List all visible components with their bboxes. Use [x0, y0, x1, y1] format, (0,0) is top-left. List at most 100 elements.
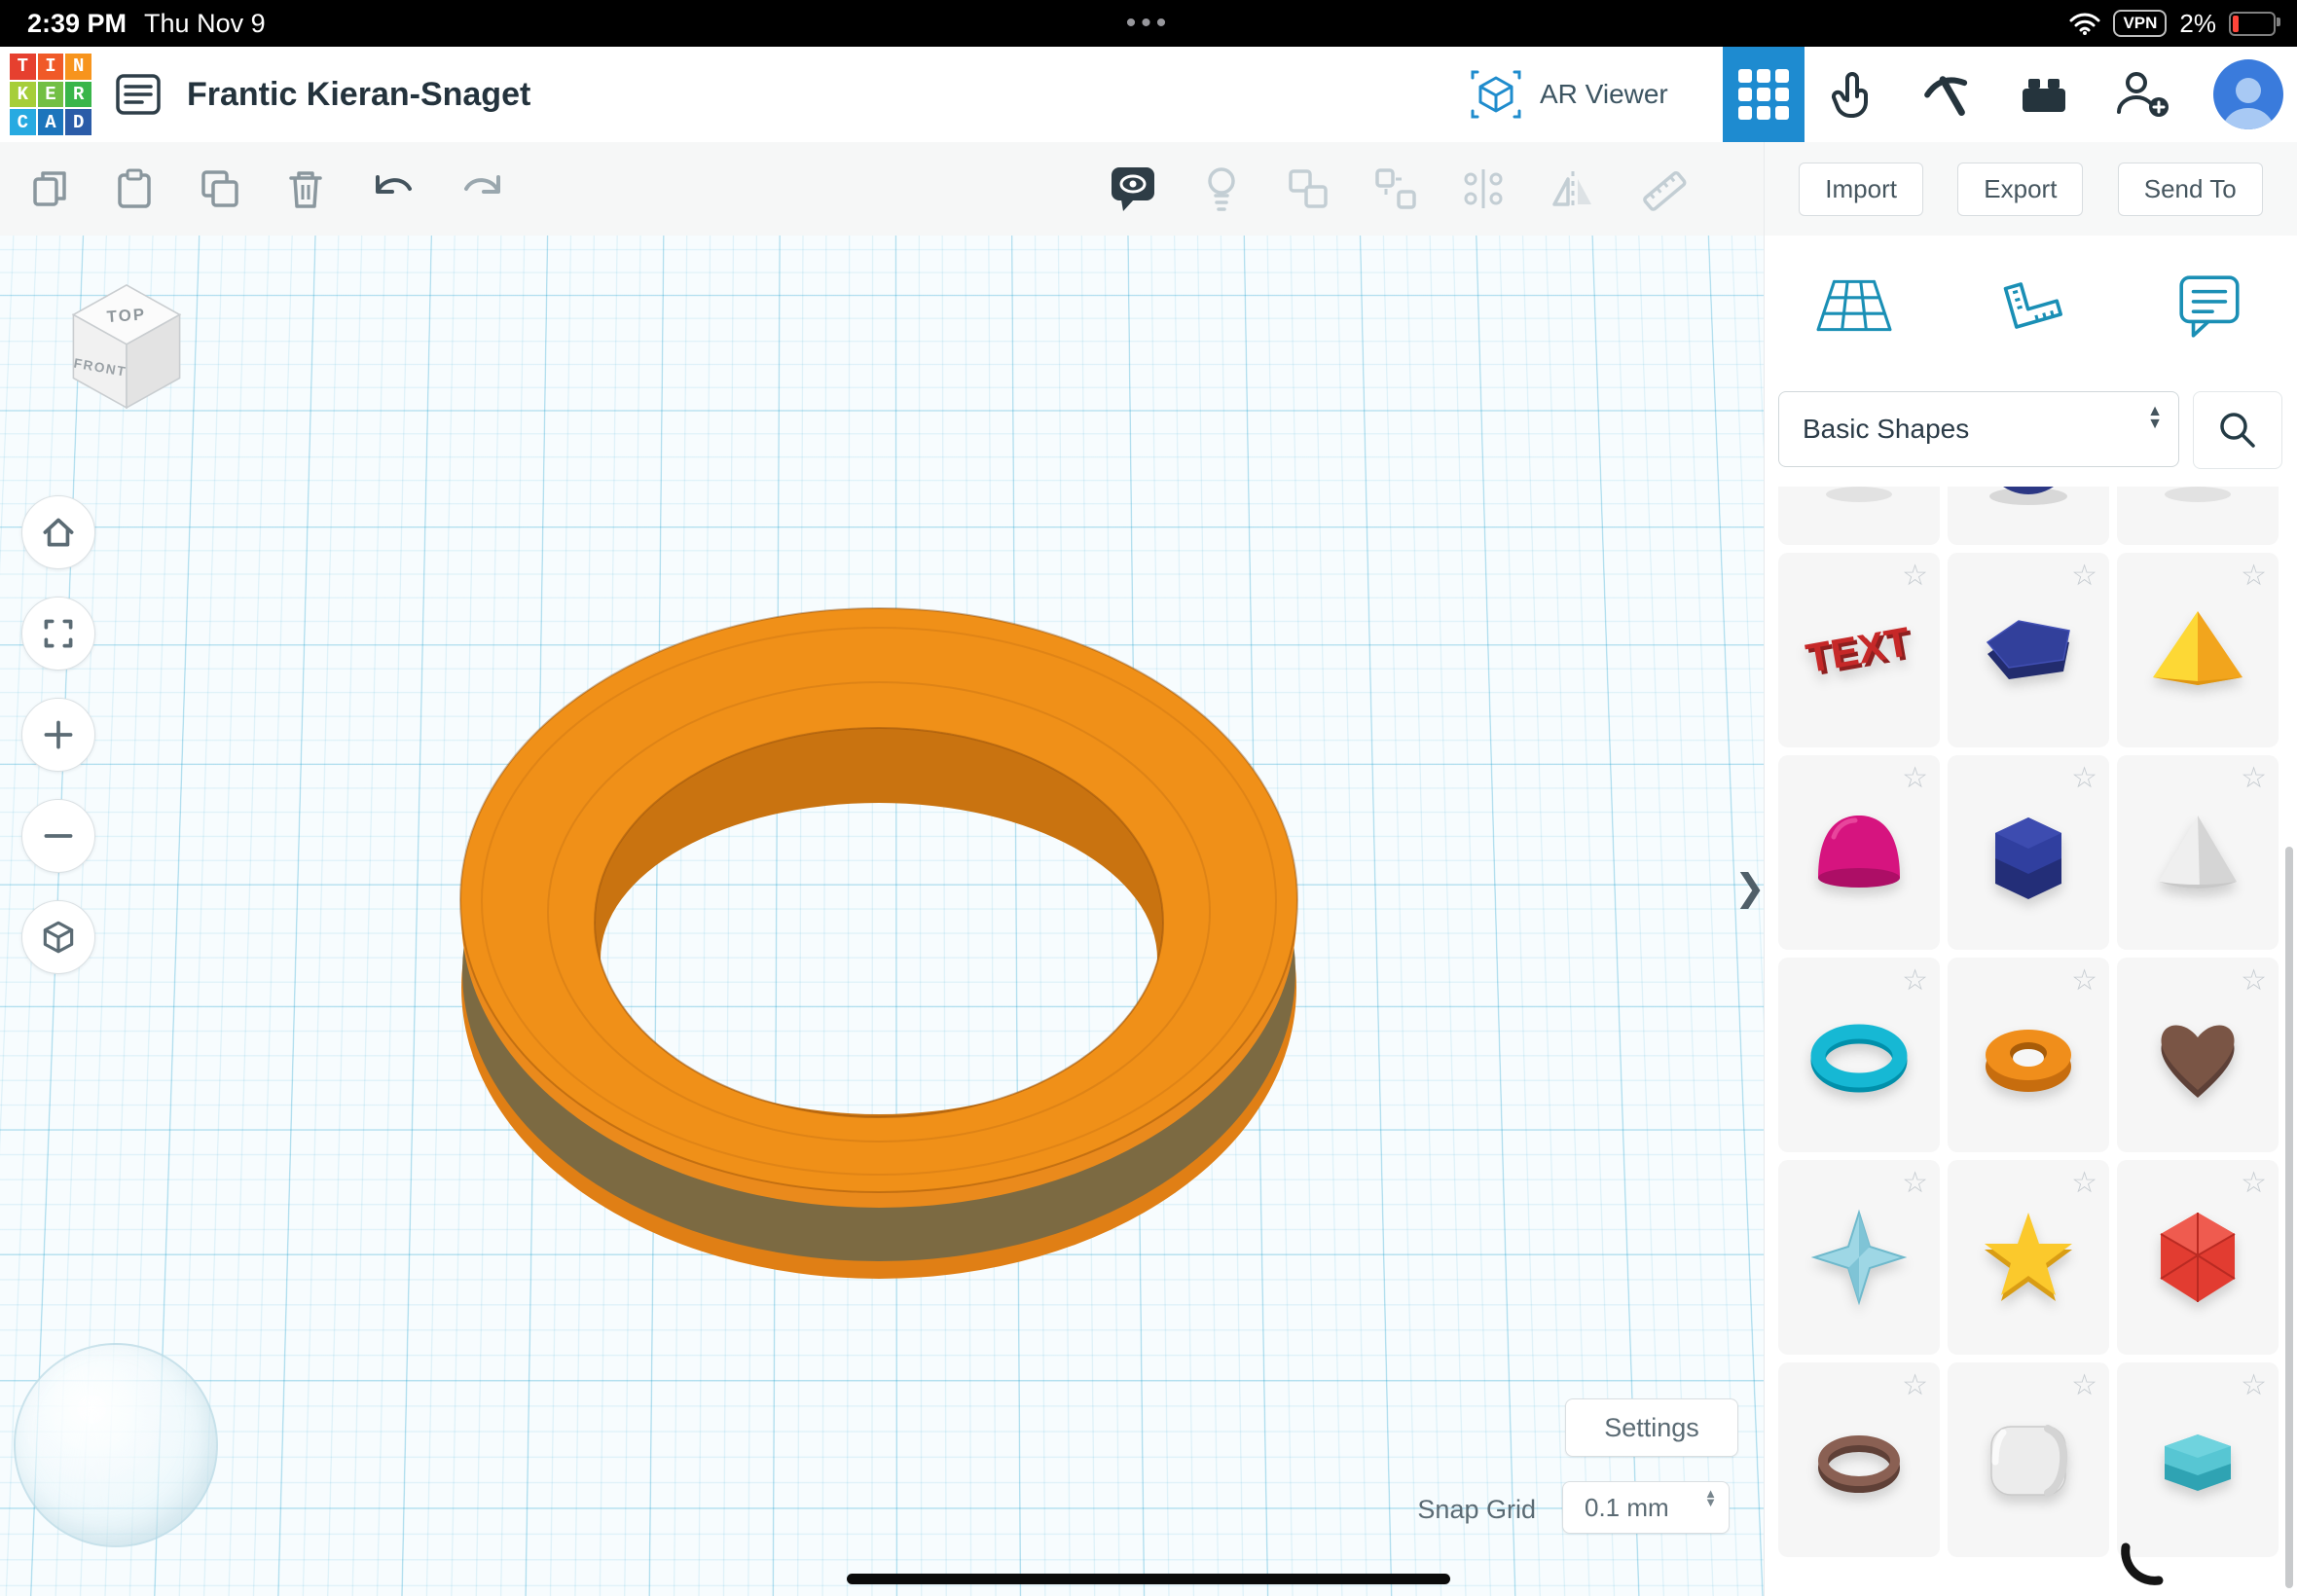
design-title[interactable]: Frantic Kieran-Snaget: [187, 47, 530, 142]
invite-person-icon[interactable]: [2113, 67, 2171, 122]
ring-top-surface: [460, 608, 1297, 1192]
shape-tile-dice[interactable]: ☆: [1948, 1362, 2109, 1557]
paste-icon[interactable]: [111, 165, 158, 212]
lightbulb-icon[interactable]: [1199, 163, 1244, 214]
shape-tile-polygon[interactable]: ☆: [1948, 553, 2109, 747]
workplane-tool-icon[interactable]: [1816, 273, 1892, 338]
clock: 2:39 PM: [27, 9, 127, 39]
tinkercad-app: 2:39 PM Thu Nov 9 ••• VPN 2% TINKERCAD: [0, 0, 2297, 1596]
ghost-sphere[interactable]: [14, 1343, 218, 1547]
designs-list-icon[interactable]: [115, 73, 162, 116]
snap-grid-label: Snap Grid: [1361, 1495, 1536, 1525]
shape-tile-partial-sphere[interactable]: [1948, 487, 2109, 545]
group-icon[interactable]: [1285, 165, 1331, 212]
show-hide-icon[interactable]: [1108, 163, 1158, 214]
redo-icon[interactable]: [457, 165, 508, 212]
delete-trash-icon[interactable]: [282, 165, 329, 212]
shape-tile-star4[interactable]: ☆: [1778, 1160, 1940, 1355]
shape-category-select[interactable]: Basic Shapes ▲▼: [1778, 391, 2179, 467]
sidebar-scrollbar[interactable]: [2285, 847, 2293, 1588]
battery-icon: [2229, 12, 2276, 36]
shape-tile-torus-thin[interactable]: ☆: [1778, 958, 1940, 1152]
shape-tile-ring[interactable]: ☆: [1778, 1362, 1940, 1557]
status-right: VPN 2%: [2069, 0, 2281, 47]
shape-tile-partial-blank[interactable]: [1778, 487, 1940, 545]
ruler-icon-toolbar[interactable]: [1639, 163, 1690, 214]
tinkercad-logo[interactable]: TINKERCAD: [10, 54, 91, 135]
mirror-icon[interactable]: [1548, 165, 1598, 212]
settings-button[interactable]: Settings: [1565, 1398, 1738, 1457]
lego-brick-icon[interactable]: [2017, 67, 2071, 122]
shape-tile-heart[interactable]: ☆: [2117, 958, 2279, 1152]
status-left: 2:39 PM Thu Nov 9: [27, 0, 266, 47]
snap-grid-dropdown[interactable]: 0.1 mm ▲▼: [1562, 1481, 1730, 1534]
logo-letter: I: [38, 54, 64, 80]
shape-tile-text[interactable]: ☆TEXTTEXT: [1778, 553, 1940, 747]
zoom-out-button[interactable]: [21, 799, 95, 873]
shape-search-button[interactable]: [2193, 391, 2282, 469]
export-button[interactable]: Export: [1957, 163, 2083, 216]
account-avatar[interactable]: [2213, 59, 2283, 129]
battery-percent: 2%: [2179, 9, 2216, 39]
notes-tool-icon[interactable]: [2174, 272, 2246, 340]
sidebar-collapse-handle[interactable]: ❯: [1734, 866, 1764, 910]
favorite-star-icon[interactable]: ☆: [2241, 1368, 2267, 1402]
ring-3d-object[interactable]: [392, 574, 1366, 1294]
favorite-star-icon[interactable]: ☆: [1902, 761, 1928, 795]
favorite-star-icon[interactable]: ☆: [1902, 1368, 1928, 1402]
shapes-sidebar: Basic Shapes ▲▼ ☆TEXTTEXT☆☆☆☆☆☆☆☆☆☆☆☆☆☆: [1764, 236, 2297, 1596]
shape-tile-pyramid[interactable]: ☆: [2117, 553, 2279, 747]
edit-toolbar: [0, 142, 1764, 236]
favorite-star-icon[interactable]: ☆: [2071, 559, 2097, 593]
view-cube[interactable]: TOP FRONT: [45, 269, 208, 426]
duplicate-icon[interactable]: [197, 165, 243, 212]
home-indicator[interactable]: [847, 1574, 1450, 1584]
logo-letter: K: [10, 82, 36, 108]
undo-icon[interactable]: [368, 165, 419, 212]
favorite-star-icon[interactable]: ☆: [2241, 1166, 2267, 1200]
favorite-star-icon[interactable]: ☆: [2071, 1166, 2097, 1200]
status-bar: 2:39 PM Thu Nov 9 ••• VPN 2%: [0, 0, 2297, 47]
shape-tile-icosahedron[interactable]: ☆: [2117, 1160, 2279, 1355]
shape-tile-hexprism[interactable]: ☆: [1948, 755, 2109, 950]
svg-text:TEXT: TEXT: [1803, 618, 1914, 681]
fit-view-button[interactable]: [21, 597, 95, 671]
copy-icon[interactable]: [25, 165, 72, 212]
view-cube-top-label: TOP: [106, 305, 147, 326]
ar-viewer-button[interactable]: AR Viewer: [1468, 47, 1668, 142]
shape-tile-torus[interactable]: ☆: [1948, 958, 2109, 1152]
favorite-star-icon[interactable]: ☆: [2071, 761, 2097, 795]
logo-letter: A: [38, 109, 64, 135]
ar-viewer-label: AR Viewer: [1540, 79, 1668, 110]
send-to-button[interactable]: Send To: [2118, 163, 2263, 216]
favorite-star-icon[interactable]: ☆: [1902, 963, 1928, 998]
apps-grid-icon: [1738, 69, 1789, 120]
hand-tool-icon[interactable]: [1824, 67, 1878, 122]
shape-tile-star5[interactable]: ☆: [1948, 1160, 2109, 1355]
workplane-canvas[interactable]: TOP FRONT: [0, 236, 1764, 1596]
home-view-button[interactable]: [21, 495, 95, 569]
shape-tile-hexagon[interactable]: ☆: [2117, 1362, 2279, 1557]
stepper-arrows-icon[interactable]: ▲▼: [1704, 1489, 1717, 1507]
favorite-star-icon[interactable]: ☆: [1902, 559, 1928, 593]
shape-tile-partial-blank[interactable]: [2117, 487, 2279, 545]
shape-tile-cone[interactable]: ☆: [2117, 755, 2279, 950]
favorite-star-icon[interactable]: ☆: [2241, 761, 2267, 795]
align-icon[interactable]: [1460, 165, 1507, 212]
crescent-decoration: [2120, 1540, 2165, 1586]
shapes-scroll-area[interactable]: ☆TEXTTEXT☆☆☆☆☆☆☆☆☆☆☆☆☆☆: [1765, 487, 2297, 1596]
zoom-in-button[interactable]: [21, 698, 95, 772]
favorite-star-icon[interactable]: ☆: [1902, 1166, 1928, 1200]
perspective-toggle-button[interactable]: [21, 900, 95, 974]
favorite-star-icon[interactable]: ☆: [2071, 1368, 2097, 1402]
apps-menu-button-active[interactable]: [1723, 47, 1805, 142]
favorite-star-icon[interactable]: ☆: [2241, 559, 2267, 593]
favorite-star-icon[interactable]: ☆: [2071, 963, 2097, 998]
ungroup-icon[interactable]: [1372, 165, 1419, 212]
minecraft-pickaxe-icon[interactable]: [1920, 67, 1975, 122]
favorite-star-icon[interactable]: ☆: [2241, 963, 2267, 998]
ruler-tool-icon[interactable]: [1995, 273, 2071, 338]
multitask-dots[interactable]: •••: [1126, 0, 1172, 47]
import-button[interactable]: Import: [1799, 163, 1923, 216]
shape-tile-paraboloid[interactable]: ☆: [1778, 755, 1940, 950]
